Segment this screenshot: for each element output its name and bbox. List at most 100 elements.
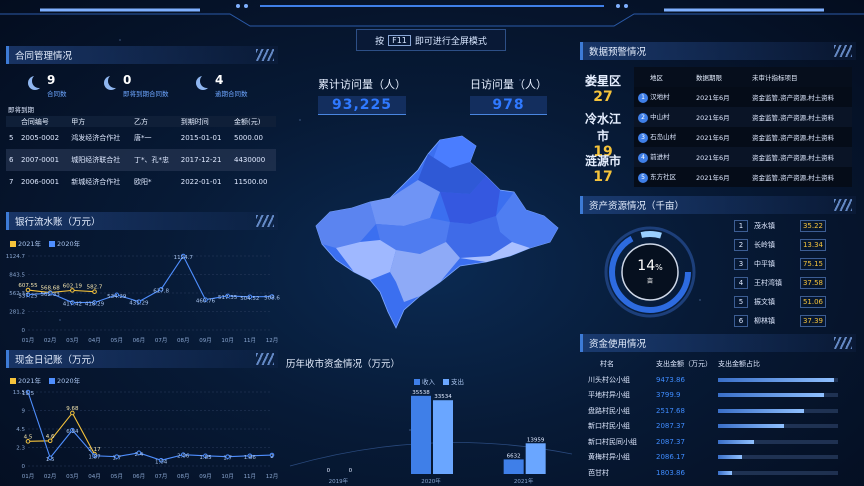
cell: 2021年6月 xyxy=(692,127,748,147)
data-label: 537.25 xyxy=(18,294,38,300)
col-contract-no: 合同编号 xyxy=(17,116,69,127)
table-row[interactable]: 5 东方社区 2021年6月 资金监管,资产资源,村土资料 xyxy=(634,167,852,187)
gauge-label: 亩 xyxy=(646,278,653,285)
cell: 7 xyxy=(9,178,14,186)
data-label: 417.42 xyxy=(63,302,82,308)
ratio-bar-fill xyxy=(718,455,742,459)
cell: 新城经济合作社 xyxy=(71,178,121,186)
rank-name: 冷水江市 xyxy=(584,112,621,143)
x-tick-label: 10月 xyxy=(221,473,234,480)
total-visits-label: 累计访问量（人） xyxy=(318,78,406,91)
table-row[interactable]: 7 2006-0001 新城经济合作社 欧阳* 2022-01-01 11500.00 xyxy=(6,171,276,193)
fund-usage-row[interactable]: 黄梅村异小组 2086.17 xyxy=(588,450,848,465)
data-label: 602.19 xyxy=(63,283,83,289)
cell: 6 xyxy=(6,149,18,171)
warnings-panel-title: 数据预警情况 xyxy=(580,42,856,60)
bar[interactable] xyxy=(503,459,524,474)
x-tick-label: 2021年 xyxy=(514,477,534,484)
legend-item-2020[interactable]: 2020年 xyxy=(49,238,80,248)
col-party-a: 甲方 xyxy=(68,116,132,127)
data-label: 568.68 xyxy=(41,286,61,292)
cell: 2021年6月 xyxy=(692,87,748,107)
col-region: 地区 xyxy=(634,67,692,87)
stat-label: 合同数 xyxy=(47,90,67,98)
bar[interactable] xyxy=(411,395,431,474)
warnings-title-text: 数据预警情况 xyxy=(589,47,647,58)
village-name: 黄梅村异小组 xyxy=(588,453,630,461)
table-row[interactable]: 1 汉地村 2021年6月 资金监管,资产资源,村土资料 xyxy=(634,87,852,107)
data-label: 508.6 xyxy=(264,296,280,302)
legend-swatch xyxy=(49,378,56,384)
rank-badge: 5 xyxy=(638,173,648,183)
cell: 2006-0001 xyxy=(20,178,60,186)
fund-usage-row[interactable]: 平地村异小组 3799.9 xyxy=(588,388,848,403)
daily-visits: 日访问量（人） 978 xyxy=(470,76,547,115)
cell: 资金监管,资产资源,村土资料 xyxy=(748,127,852,147)
cell: 资金监管,资产资源,村土资料 xyxy=(748,107,852,127)
x-tick-label: 11月 xyxy=(244,337,257,344)
cash-journal-legend: 2021年 2020年 xyxy=(10,375,80,385)
asset-name: 茂水镇 xyxy=(754,222,775,230)
bar[interactable] xyxy=(433,400,453,474)
f11-key[interactable]: F11 xyxy=(388,34,411,46)
rank-count: 27 xyxy=(593,89,613,105)
table-row[interactable]: 2 中山村 2021年6月 资金监管,资产资源,村土资料 xyxy=(634,107,852,127)
cell: 2022-01-01 xyxy=(180,178,222,186)
asset-index: 1 xyxy=(734,220,748,232)
warning-rank-3: 涟源市 17 xyxy=(580,152,626,185)
rank-name: 娄星区 xyxy=(584,74,621,88)
legend-item-2021[interactable]: 2021年 xyxy=(10,375,41,385)
ratio-bar-fill xyxy=(718,377,835,382)
fund-amount: 2086.17 xyxy=(656,453,685,461)
data-label: 1.7 xyxy=(112,456,121,462)
cell-text: 前进村 xyxy=(650,153,670,161)
series-line xyxy=(27,289,95,294)
gauge-value: 14 xyxy=(637,258,656,274)
cell: 鸿发经济合作社 xyxy=(71,134,121,142)
legend-item-2021[interactable]: 2021年 xyxy=(10,238,41,248)
rank-badge: 1 xyxy=(638,93,648,103)
daily-visits-value: 978 xyxy=(470,96,547,115)
bar-label: 33534 xyxy=(434,394,452,400)
fund-usage-row[interactable]: 芭甘村 1803.86 xyxy=(588,465,848,480)
y-tick-label: 4.5 xyxy=(16,427,25,433)
asset-value: 37.58 xyxy=(800,277,826,289)
village-name: 平地村异小组 xyxy=(588,391,630,399)
ratio-bar xyxy=(718,455,838,459)
bar-label: 0 xyxy=(349,468,353,474)
fund-usage-row[interactable]: 盘路村民小组 2517.68 xyxy=(588,403,848,418)
table-row[interactable]: 5 2005-0002 鸿发经济合作社 唐*一 2015-01-01 5000.00 xyxy=(6,127,276,149)
asset-index: 5 xyxy=(734,296,748,308)
fund-usage-row[interactable]: 川头村公小组 9473.86 xyxy=(588,372,848,387)
asset-name: 中平镇 xyxy=(754,260,775,268)
legend-item-2020[interactable]: 2020年 xyxy=(49,375,80,385)
annual-funds-chart: 2019年0 02020年35538335342021年663213959 xyxy=(289,390,573,484)
stripe-icon xyxy=(256,353,274,365)
table-row[interactable]: 6 2007-0001 城阳经济联合社 丁*、孔*忠 2017-12-21 4430000 xyxy=(6,149,276,171)
data-label: 617.8 xyxy=(153,288,169,294)
x-tick-label: 06月 xyxy=(133,473,146,480)
fund-usage-row[interactable]: 新口村民小组 2087.37 xyxy=(588,419,848,434)
cash-journal-title-text: 现金日记账（万元） xyxy=(15,355,101,366)
cell: 2015-01-01 xyxy=(180,134,222,142)
region-map[interactable] xyxy=(300,132,570,332)
cell: 城阳经济联合社 xyxy=(68,149,132,171)
col-index xyxy=(6,116,18,127)
cell-text: 汉地村 xyxy=(650,93,670,101)
cell: 4 前进村 xyxy=(634,147,692,167)
table-row[interactable]: 3 石岛山村 2021年6月 资金监管,资产资源,村土资料 xyxy=(634,127,852,147)
rank-badge: 4 xyxy=(638,153,648,163)
table-row[interactable]: 4 前进村 2021年6月 资金监管,资产资源,村土资料 xyxy=(634,147,852,167)
stat-label: 逾期合同数 xyxy=(215,90,248,98)
bar[interactable] xyxy=(525,443,546,474)
x-tick-label: 08月 xyxy=(177,473,190,480)
cell: 3 石岛山村 xyxy=(634,127,692,147)
cell-text: 东方社区 xyxy=(650,173,677,181)
x-tick-label: 07月 xyxy=(155,473,168,480)
fund-usage-row[interactable]: 新口村民同小组 2087.37 xyxy=(588,434,848,449)
stripe-icon xyxy=(834,199,852,211)
crescent-icon xyxy=(196,76,210,90)
x-tick-label: 03月 xyxy=(66,337,79,344)
asset-value: 75.15 xyxy=(800,258,826,270)
asset-row: 1 茂水镇 35.22 xyxy=(734,219,844,233)
